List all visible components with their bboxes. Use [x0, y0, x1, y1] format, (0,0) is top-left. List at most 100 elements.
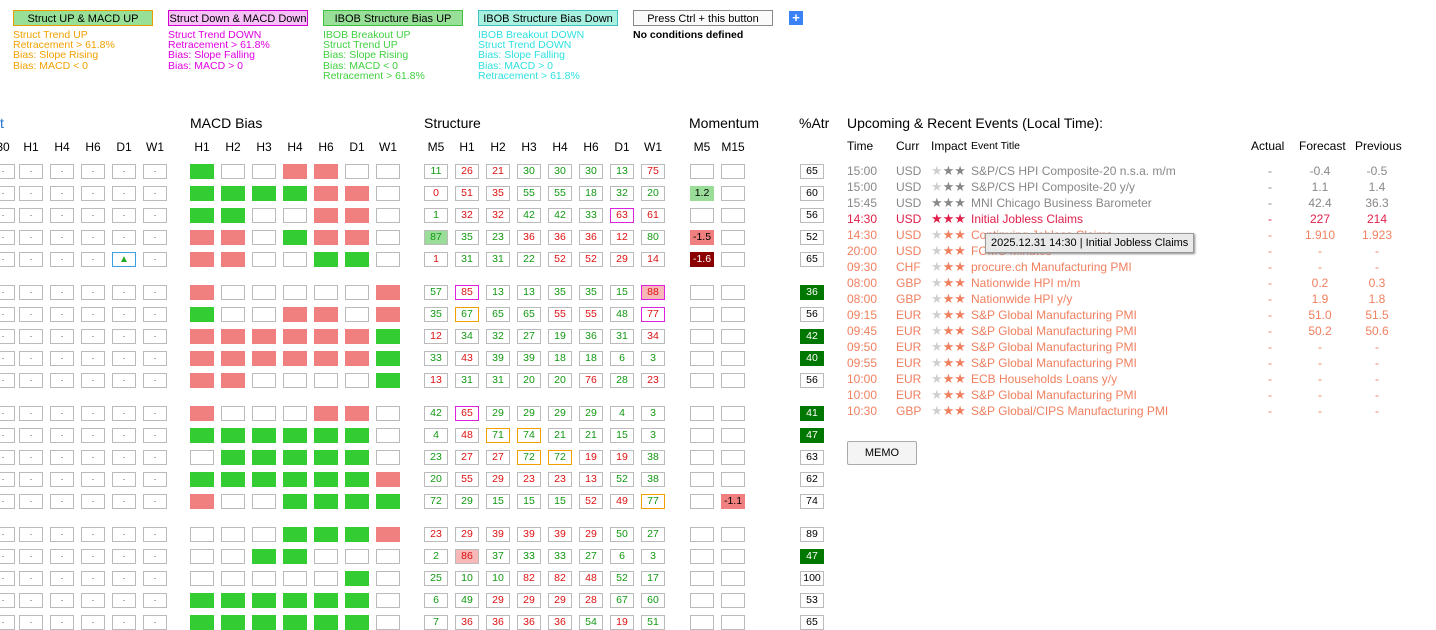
event-title: Initial Jobless Claims — [971, 212, 1084, 226]
macd-cell — [376, 549, 400, 564]
structure-cell: 13 — [579, 472, 603, 487]
atr-cell: 65 — [800, 164, 824, 179]
impact-stars-icon: ★★★ — [931, 227, 966, 243]
event-title: S&P Global Manufacturing PMI — [971, 308, 1137, 322]
structure-cell: 35 — [455, 230, 479, 245]
event-currency: EUR — [896, 388, 922, 402]
event-currency: USD — [896, 196, 922, 210]
condition-rules: IBOB Breakout UP Struct Trend UP Bias: S… — [323, 29, 425, 82]
column-header: H6 — [318, 140, 334, 154]
column-header: H6 — [85, 140, 101, 154]
memo-button[interactable]: MEMO — [847, 441, 917, 465]
atr-cell: 65 — [800, 252, 824, 267]
event-title: S&P Global Manufacturing PMI — [971, 388, 1137, 402]
event-actual: - — [1268, 228, 1272, 242]
macd-cell — [283, 472, 307, 487]
macd-cell — [221, 527, 245, 542]
momentum-cell — [721, 230, 745, 245]
macd-cell — [190, 450, 214, 465]
structure-cell: 55 — [455, 472, 479, 487]
atr-cell: 47 — [800, 549, 824, 564]
dot-cell: · — [112, 428, 136, 443]
event-previous: - — [1375, 372, 1379, 386]
event-title: S&P/CS HPI Composite-20 n.s.a. m/m — [971, 164, 1176, 178]
impact-stars-icon: ★★★ — [931, 403, 966, 419]
event-currency: EUR — [896, 372, 922, 386]
structure-cell: 23 — [641, 373, 665, 388]
structure-cell: 29 — [548, 593, 572, 608]
structure-cell: 72 — [548, 450, 572, 465]
macd-cell — [190, 164, 214, 179]
momentum-cell — [690, 351, 714, 366]
macd-cell — [190, 593, 214, 608]
structure-cell: 22 — [517, 252, 541, 267]
macd-cell — [376, 428, 400, 443]
event-previous: 1.8 — [1368, 292, 1386, 306]
event-previous: 50.6 — [1365, 324, 1389, 338]
structure-cell: 23 — [424, 450, 448, 465]
atr-cell: 47 — [800, 428, 824, 443]
structure-cell: 15 — [548, 494, 572, 509]
structure-cell: 27 — [486, 450, 510, 465]
event-currency: EUR — [896, 356, 922, 370]
macd-cell — [314, 230, 338, 245]
structure-cell: 19 — [548, 329, 572, 344]
momentum-cell — [721, 527, 745, 542]
structure-cell: 4 — [424, 428, 448, 443]
structure-cell: 27 — [641, 527, 665, 542]
left-partial-title: t — [0, 115, 4, 131]
macd-cell — [221, 230, 245, 245]
condition-button[interactable]: IBOB Structure Bias UP — [323, 10, 463, 26]
structure-cell: 55 — [517, 186, 541, 201]
dot-cell: · — [19, 208, 43, 223]
macd-cell — [190, 472, 214, 487]
structure-cell: 67 — [610, 593, 634, 608]
dot-cell: · — [50, 593, 74, 608]
structure-cell: 33 — [548, 549, 572, 564]
macd-cell — [345, 494, 369, 509]
structure-cell: 15 — [610, 428, 634, 443]
condition-button[interactable]: IBOB Structure Bias Down — [478, 10, 618, 26]
structure-cell: 49 — [610, 494, 634, 509]
structure-cell: 15 — [486, 494, 510, 509]
event-time: 10:30 — [847, 404, 878, 418]
macd-cell — [190, 373, 214, 388]
structure-cell: 18 — [579, 186, 603, 201]
atr-cell: 89 — [800, 527, 824, 542]
dot-cell: · — [81, 252, 105, 267]
structure-cell: 52 — [548, 252, 572, 267]
momentum-cell — [721, 252, 745, 267]
column-header: 30 — [0, 140, 10, 154]
momentum-cell: 1.2 — [690, 186, 714, 201]
event-forecast: - — [1318, 372, 1322, 386]
structure-cell: 33 — [579, 208, 603, 223]
macd-cell — [345, 186, 369, 201]
structure-cell: 31 — [455, 252, 479, 267]
add-condition-button[interactable]: + — [789, 11, 803, 25]
event-previous: 51.5 — [1365, 308, 1389, 322]
dot-cell: · — [112, 186, 136, 201]
condition-button[interactable]: Press Ctrl + this button — [633, 10, 773, 26]
macd-cell — [283, 208, 307, 223]
structure-cell: 55 — [579, 307, 603, 322]
impact-star-icon: ★★★ — [931, 211, 966, 226]
dot-cell: · — [81, 450, 105, 465]
dot-cell: · — [50, 307, 74, 322]
momentum-cell — [721, 208, 745, 223]
event-time: 14:30 — [847, 212, 878, 226]
column-header: D1 — [614, 140, 630, 154]
impact-stars-icon: ★★★ — [931, 163, 966, 179]
events-header-actual: Actual — [1251, 139, 1285, 153]
condition-button[interactable]: Struct Down & MACD Down — [168, 10, 308, 26]
event-row: 15:45 USD ★★★ MNI Chicago Business Baromete… — [847, 195, 1407, 211]
structure-cell: 31 — [486, 252, 510, 267]
impact-star-icon: ★★ — [942, 323, 966, 338]
dot-cell: · — [50, 450, 74, 465]
condition-button[interactable]: Struct UP & MACD UP — [13, 10, 153, 26]
event-row: 15:00 USD ★★★ S&P/CS HPI Composite-20 y/y - 1… — [847, 179, 1407, 195]
impact-star-empty-icon: ★ — [931, 259, 943, 274]
structure-cell: 1 — [424, 208, 448, 223]
dot-cell: · — [112, 307, 136, 322]
impact-star-icon: ★★ — [942, 371, 966, 386]
macd-cell — [345, 549, 369, 564]
